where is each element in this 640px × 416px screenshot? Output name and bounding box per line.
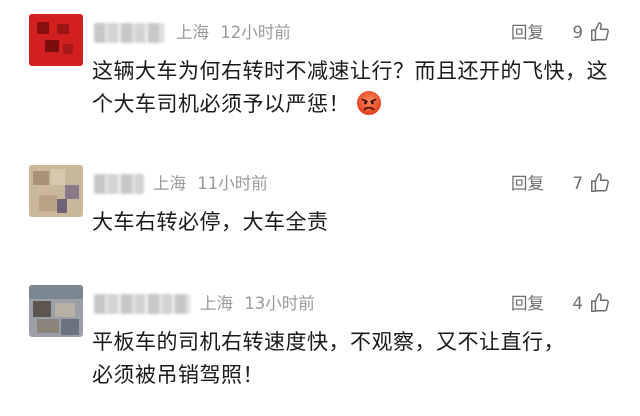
- avatar-pixel: [29, 285, 83, 299]
- location: 上海: [200, 294, 233, 313]
- avatar-pixel: [37, 319, 59, 333]
- avatar-pixel: [33, 171, 49, 185]
- avatar-pixel: [45, 40, 59, 52]
- thumbs-up-icon[interactable]: [589, 172, 611, 194]
- timestamp: 12小时前: [220, 23, 291, 42]
- comment-meta: 上海 12小时前: [176, 23, 291, 43]
- location: 上海: [176, 23, 209, 42]
- avatar-pixel: [37, 22, 49, 34]
- username-blurred[interactable]: [94, 23, 164, 43]
- timestamp: 11小时前: [197, 174, 268, 193]
- comment-text: 大车右转必停，大车全责: [92, 210, 329, 234]
- reply-button[interactable]: 回复: [511, 294, 544, 314]
- angry-face-icon: [357, 91, 381, 115]
- reply-button[interactable]: 回复: [511, 174, 544, 194]
- reply-button[interactable]: 回复: [511, 23, 544, 43]
- avatar-pixel: [39, 195, 57, 211]
- comment-meta: 上海 13小时前: [200, 294, 315, 314]
- like-count: 9: [572, 23, 584, 42]
- avatar-pixel: [63, 44, 73, 54]
- like-count: 4: [572, 294, 584, 313]
- avatar-pixel: [57, 199, 67, 213]
- username-blurred[interactable]: [94, 294, 190, 314]
- avatar-pixel: [61, 319, 79, 335]
- comment-text: 平板车的司机右转速度快，不观察，又不让直行，必须被吊销驾照！: [92, 330, 565, 387]
- avatar[interactable]: [29, 165, 83, 217]
- timestamp: 13小时前: [244, 294, 315, 313]
- comment-meta: 上海 11小时前: [153, 174, 268, 194]
- avatar-pixel: [65, 185, 79, 199]
- avatar-pixel: [55, 303, 75, 317]
- thumbs-up-icon[interactable]: [589, 21, 611, 43]
- avatar-pixel: [51, 169, 65, 185]
- avatar-pixel: [33, 301, 51, 317]
- avatar-pixel: [57, 24, 69, 34]
- username-blurred[interactable]: [94, 174, 144, 194]
- avatar[interactable]: [29, 285, 83, 337]
- location: 上海: [153, 174, 186, 193]
- comment-text-content: 这辆大车为何右转时不减速让行？而且还开的飞快，这个大车司机必须予以严惩！: [92, 59, 608, 116]
- thumbs-up-icon[interactable]: [589, 292, 611, 314]
- comment-text: 这辆大车为何右转时不减速让行？而且还开的飞快，这个大车司机必须予以严惩！: [92, 55, 620, 121]
- like-count: 7: [572, 174, 584, 193]
- avatar[interactable]: [29, 14, 83, 66]
